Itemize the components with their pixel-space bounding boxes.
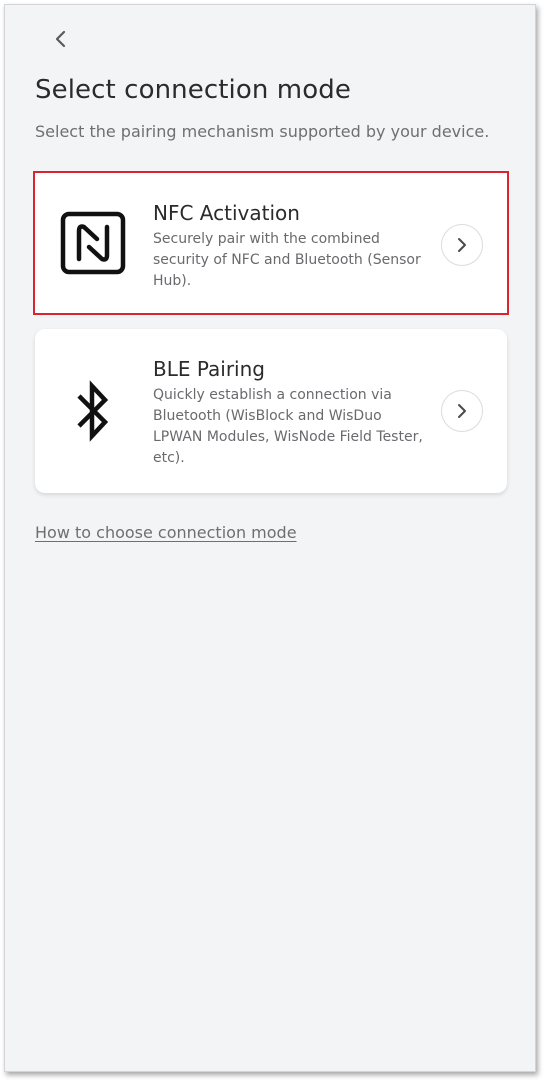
card-description: Securely pair with the combined security… [153, 231, 421, 289]
chevron-left-icon [55, 30, 66, 48]
ble-pairing-card[interactable]: BLE Pairing Quickly establish a connecti… [35, 329, 507, 493]
chevron-right-icon [458, 238, 466, 252]
nfc-activation-card[interactable]: NFC Activation Securely pair with the co… [33, 171, 509, 315]
nfc-activation-next-button[interactable] [441, 224, 483, 266]
bluetooth-icon [57, 375, 129, 447]
app-screen: Select connection mode Select the pairin… [4, 4, 536, 1072]
chevron-right-icon [458, 404, 466, 418]
back-button[interactable] [43, 21, 79, 57]
page-subtitle: Select the pairing mechanism supported b… [35, 122, 490, 141]
ble-pairing-next-button[interactable] [441, 390, 483, 432]
card-title: NFC Activation [153, 201, 300, 225]
nfc-icon [57, 207, 129, 279]
card-title: BLE Pairing [153, 357, 265, 381]
how-to-choose-link[interactable]: How to choose connection mode [35, 523, 297, 542]
page-title: Select connection mode [35, 75, 351, 105]
card-description: Quickly establish a connection via Bluet… [153, 387, 423, 466]
